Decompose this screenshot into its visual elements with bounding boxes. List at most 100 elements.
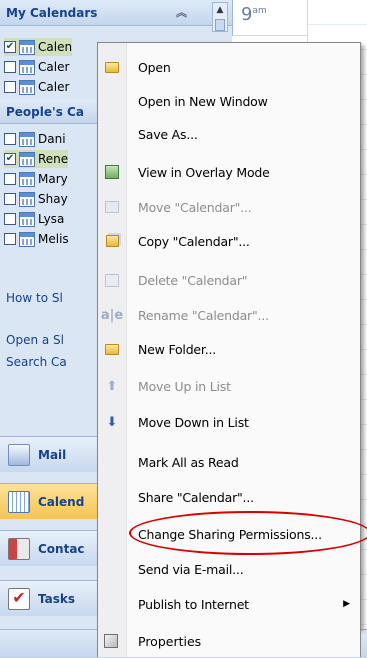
tasks-checkmark-icon: ✔ (8, 587, 30, 610)
properties-icon (104, 634, 118, 648)
shared-calendar-icon (19, 191, 35, 207)
arrow-up-icon: ⬆ (106, 378, 118, 394)
people-calendar-checkbox[interactable]: ✔ (4, 153, 16, 165)
shared-calendar-icon (19, 171, 35, 187)
menu-item-label: Send via E-mail... (138, 561, 244, 577)
people-calendar-row-4[interactable]: Shay (4, 190, 68, 208)
calendar-checkbox-3[interactable] (4, 81, 16, 93)
menu-item-view-overlay[interactable]: View in Overlay Mode (98, 156, 360, 188)
people-calendar-label: Dani (38, 132, 66, 146)
menu-item-rename-calendar[interactable]: a|e Rename "Calendar"... (98, 299, 360, 331)
menu-item-label: Properties (138, 634, 202, 649)
time-hour: 9 (241, 4, 253, 25)
submenu-arrow-icon: ▶ (343, 599, 350, 609)
people-calendar-label: Mary (38, 172, 68, 186)
menu-item-label: Share "Calendar"... (138, 489, 254, 505)
nav-button-label: Mail (38, 447, 67, 462)
menu-item-label: Save As... (138, 126, 198, 142)
scroll-thumb[interactable] (215, 19, 225, 31)
people-calendar-checkbox[interactable] (4, 173, 16, 185)
how-to-share-link[interactable]: How to Sl (6, 291, 63, 305)
move-icon (104, 199, 120, 215)
calendar-label: Caler (38, 60, 70, 74)
calendar-label: Caler (38, 80, 70, 94)
menu-item-properties[interactable]: Properties (97, 627, 361, 657)
calendar-label: Calen (38, 40, 73, 54)
arrow-down-icon: ⬇ (106, 414, 118, 430)
menu-item-label: Move "Calendar"... (138, 199, 252, 215)
menu-item-label: Delete "Calendar" (138, 272, 248, 288)
rename-icon: a|e (100, 307, 124, 323)
people-calendar-label: Melis (38, 232, 69, 246)
calendar-checkbox-2[interactable] (4, 61, 16, 73)
people-calendar-row-2[interactable]: ✔ Rene (4, 150, 69, 168)
shared-calendar-icon (19, 231, 35, 247)
menu-item-new-folder[interactable]: New Folder... (98, 333, 360, 365)
delete-icon (104, 272, 120, 288)
people-calendar-checkbox[interactable] (4, 133, 16, 145)
people-calendar-row-6[interactable]: Melis (4, 230, 69, 248)
menu-item-label: Move Down in List (138, 414, 249, 430)
menu-item-label: Copy "Calendar"... (138, 233, 250, 249)
shared-calendar-icon (19, 131, 35, 147)
menu-item-open-new-window[interactable]: Open in New Window (98, 85, 360, 117)
people-calendar-checkbox[interactable] (4, 213, 16, 225)
copy-icon (104, 233, 120, 249)
calendar-icon (19, 59, 35, 75)
menu-item-copy-calendar[interactable]: Copy "Calendar"... (98, 225, 360, 257)
my-calendars-header[interactable]: My Calendars ︽ (0, 0, 232, 26)
highlight-ring-annotation (129, 511, 367, 555)
mail-icon (8, 443, 30, 466)
people-calendar-row-5[interactable]: Lysa (4, 210, 64, 228)
calendar-row-1[interactable]: ✔ Calen (4, 38, 73, 56)
menu-item-label: New Folder... (138, 341, 217, 357)
menu-item-save-as[interactable]: Save As... (98, 118, 360, 150)
calendar-icon (19, 79, 35, 95)
calendar-row-3[interactable]: Caler (4, 78, 69, 96)
menu-item-send-via-email[interactable]: Send via E-mail... (98, 553, 360, 585)
calendar-row-2[interactable]: Caler (4, 58, 69, 76)
menu-item-share-calendar[interactable]: Share "Calendar"... (98, 481, 360, 513)
people-calendar-checkbox[interactable] (4, 233, 16, 245)
peoples-calendars-title: People's Ca (6, 105, 84, 119)
calendar-icon (19, 39, 35, 55)
menu-item-publish-to-internet[interactable]: Publish to Internet ▶ (98, 588, 360, 620)
my-calendars-title: My Calendars (6, 6, 98, 20)
people-calendar-row-1[interactable]: Dani (4, 130, 66, 148)
calendar-checkbox-1[interactable]: ✔ (4, 41, 16, 53)
contacts-icon (8, 537, 30, 560)
nav-button-label: Contac (38, 541, 85, 556)
open-shared-link[interactable]: Open a Sl (6, 333, 64, 347)
collapse-chevron-icon[interactable]: ︽ (176, 0, 187, 26)
people-calendar-label: Rene (38, 152, 69, 166)
menu-item-label: Open (138, 59, 171, 75)
menu-item-mark-all-read[interactable]: Mark All as Read (98, 446, 360, 478)
new-folder-icon (104, 341, 120, 357)
open-folder-icon (104, 59, 120, 75)
nav-button-label: Calend (38, 494, 85, 509)
time-suffix: am (252, 6, 267, 16)
shared-calendar-icon (19, 151, 35, 167)
time-slot-9am[interactable]: 9am (232, 0, 307, 36)
search-calendars-link[interactable]: Search Ca (6, 355, 67, 369)
menu-item-delete-calendar[interactable]: Delete "Calendar" (98, 264, 360, 296)
menu-item-label: Rename "Calendar"... (138, 307, 269, 323)
menu-item-move-up[interactable]: ⬆ Move Up in List (98, 370, 360, 402)
people-calendar-row-3[interactable]: Mary (4, 170, 68, 188)
menu-item-move-calendar[interactable]: Move "Calendar"... (98, 191, 360, 223)
nav-button-label: Tasks (38, 591, 76, 606)
menu-item-label: Open in New Window (138, 93, 268, 109)
menu-item-label: Move Up in List (138, 378, 231, 394)
menu-item-label: Mark All as Read (138, 454, 239, 470)
people-calendar-label: Lysa (38, 212, 65, 226)
menu-item-move-down[interactable]: ⬇ Move Down in List (98, 406, 360, 438)
scrollbar[interactable]: ▲ (212, 2, 228, 32)
shared-calendar-icon (19, 211, 35, 227)
people-calendar-checkbox[interactable] (4, 193, 16, 205)
menu-item-open[interactable]: Open (98, 51, 360, 83)
scroll-up-arrow-icon[interactable]: ▲ (213, 3, 227, 17)
calendar-icon (8, 490, 30, 513)
menu-item-label: View in Overlay Mode (138, 164, 270, 180)
menu-item-label: Publish to Internet (138, 596, 249, 612)
people-calendar-label: Shay (38, 192, 68, 206)
